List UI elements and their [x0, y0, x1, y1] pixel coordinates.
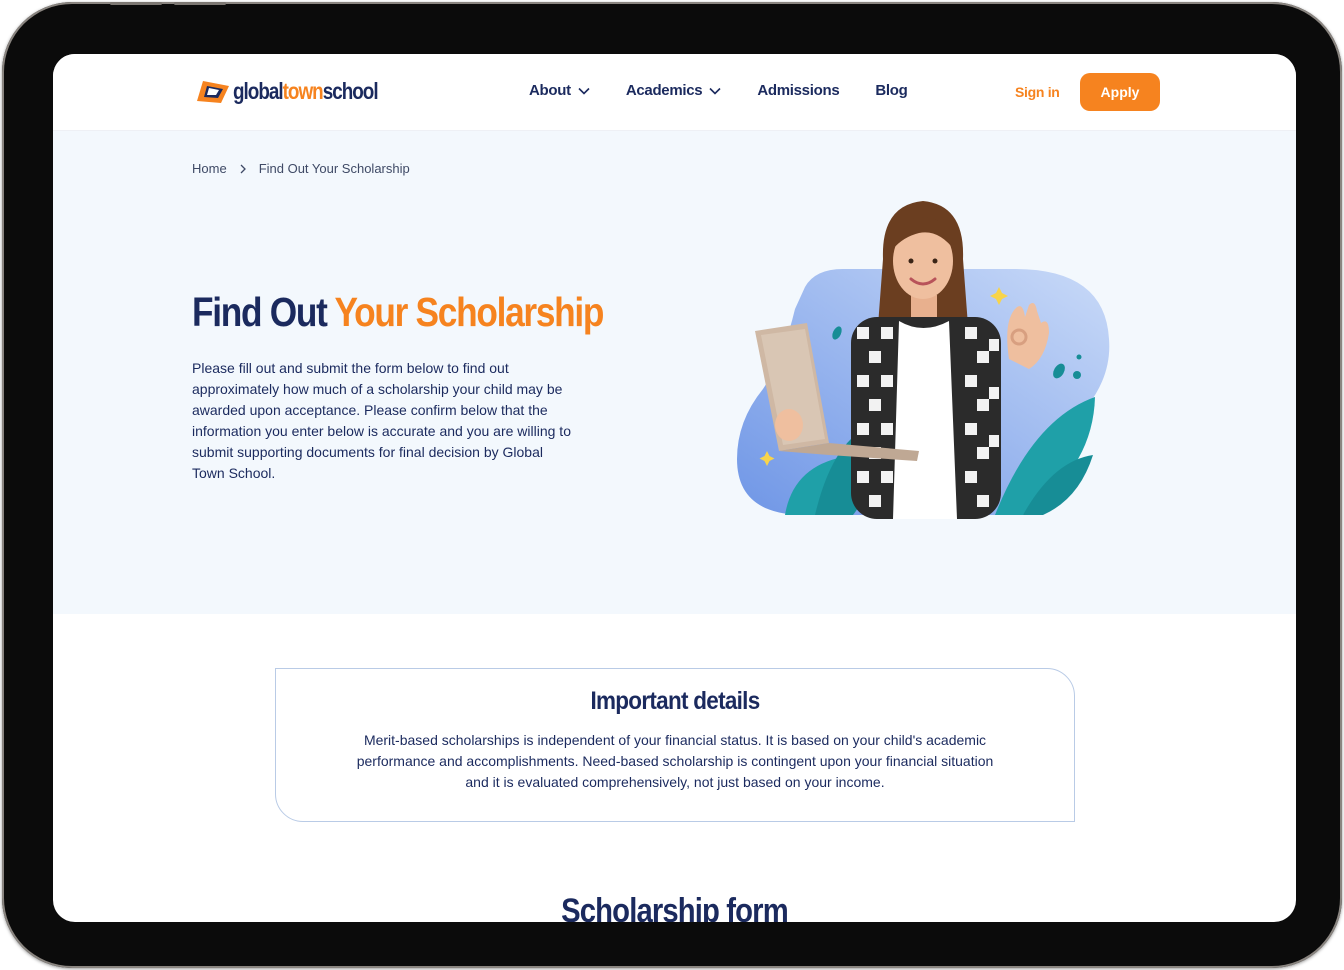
page-title: Find Out Your Scholarship — [192, 289, 604, 336]
nav-label-admissions: Admissions — [757, 82, 840, 99]
logo-word-school: school — [322, 77, 379, 104]
nav-item-about[interactable]: About — [529, 82, 590, 99]
nav-item-admissions[interactable]: Admissions — [757, 82, 839, 99]
logo-icon — [197, 81, 229, 103]
breadcrumb-home[interactable]: Home — [192, 161, 227, 176]
hero-section: Home Find Out Your Scholarship Find Out … — [53, 131, 1296, 614]
nav-label-blog: Blog — [875, 82, 908, 99]
main-nav: About Academics Admissions Blog — [529, 82, 944, 99]
nav-label-about: About — [529, 82, 571, 99]
volume-button — [174, 2, 226, 5]
breadcrumb-current: Find Out Your Scholarship — [258, 161, 410, 176]
site-logo[interactable]: globaltownschool — [195, 76, 409, 106]
title-part-navy: Find Out — [192, 289, 328, 335]
details-text: Merit-based scholarships is independent … — [356, 732, 994, 790]
site-header: globaltownschool About Academics Admissi… — [53, 54, 1296, 131]
logo-word-town: town — [282, 77, 324, 104]
title-part-orange: Your Scholarship — [334, 289, 604, 335]
sign-in-link[interactable]: Sign in — [1015, 84, 1060, 100]
chevron-right-icon — [240, 164, 246, 173]
tablet-frame: globaltownschool About Academics Admissi… — [2, 2, 1342, 968]
scholarship-form-title: Scholarship form — [561, 892, 789, 922]
breadcrumb: Home Find Out Your Scholarship — [192, 161, 410, 176]
logo-wordmark: globaltownschool — [233, 77, 379, 105]
important-details-card: Important details Merit-based scholarshi… — [275, 668, 1075, 822]
apply-button[interactable]: Apply — [1080, 73, 1160, 111]
nav-label-academics: Academics — [625, 82, 703, 99]
volume-button — [110, 2, 162, 5]
chevron-down-icon — [709, 87, 721, 95]
details-title: Important details — [590, 687, 760, 715]
nav-item-academics[interactable]: Academics — [626, 82, 722, 99]
logo-word-global: global — [233, 77, 284, 104]
browser-screen: globaltownschool About Academics Admissi… — [53, 54, 1296, 922]
hero-description: Please fill out and submit the form belo… — [192, 360, 571, 481]
nav-item-blog[interactable]: Blog — [875, 82, 907, 99]
chevron-down-icon — [578, 87, 590, 95]
student-illustration — [737, 201, 1110, 519]
